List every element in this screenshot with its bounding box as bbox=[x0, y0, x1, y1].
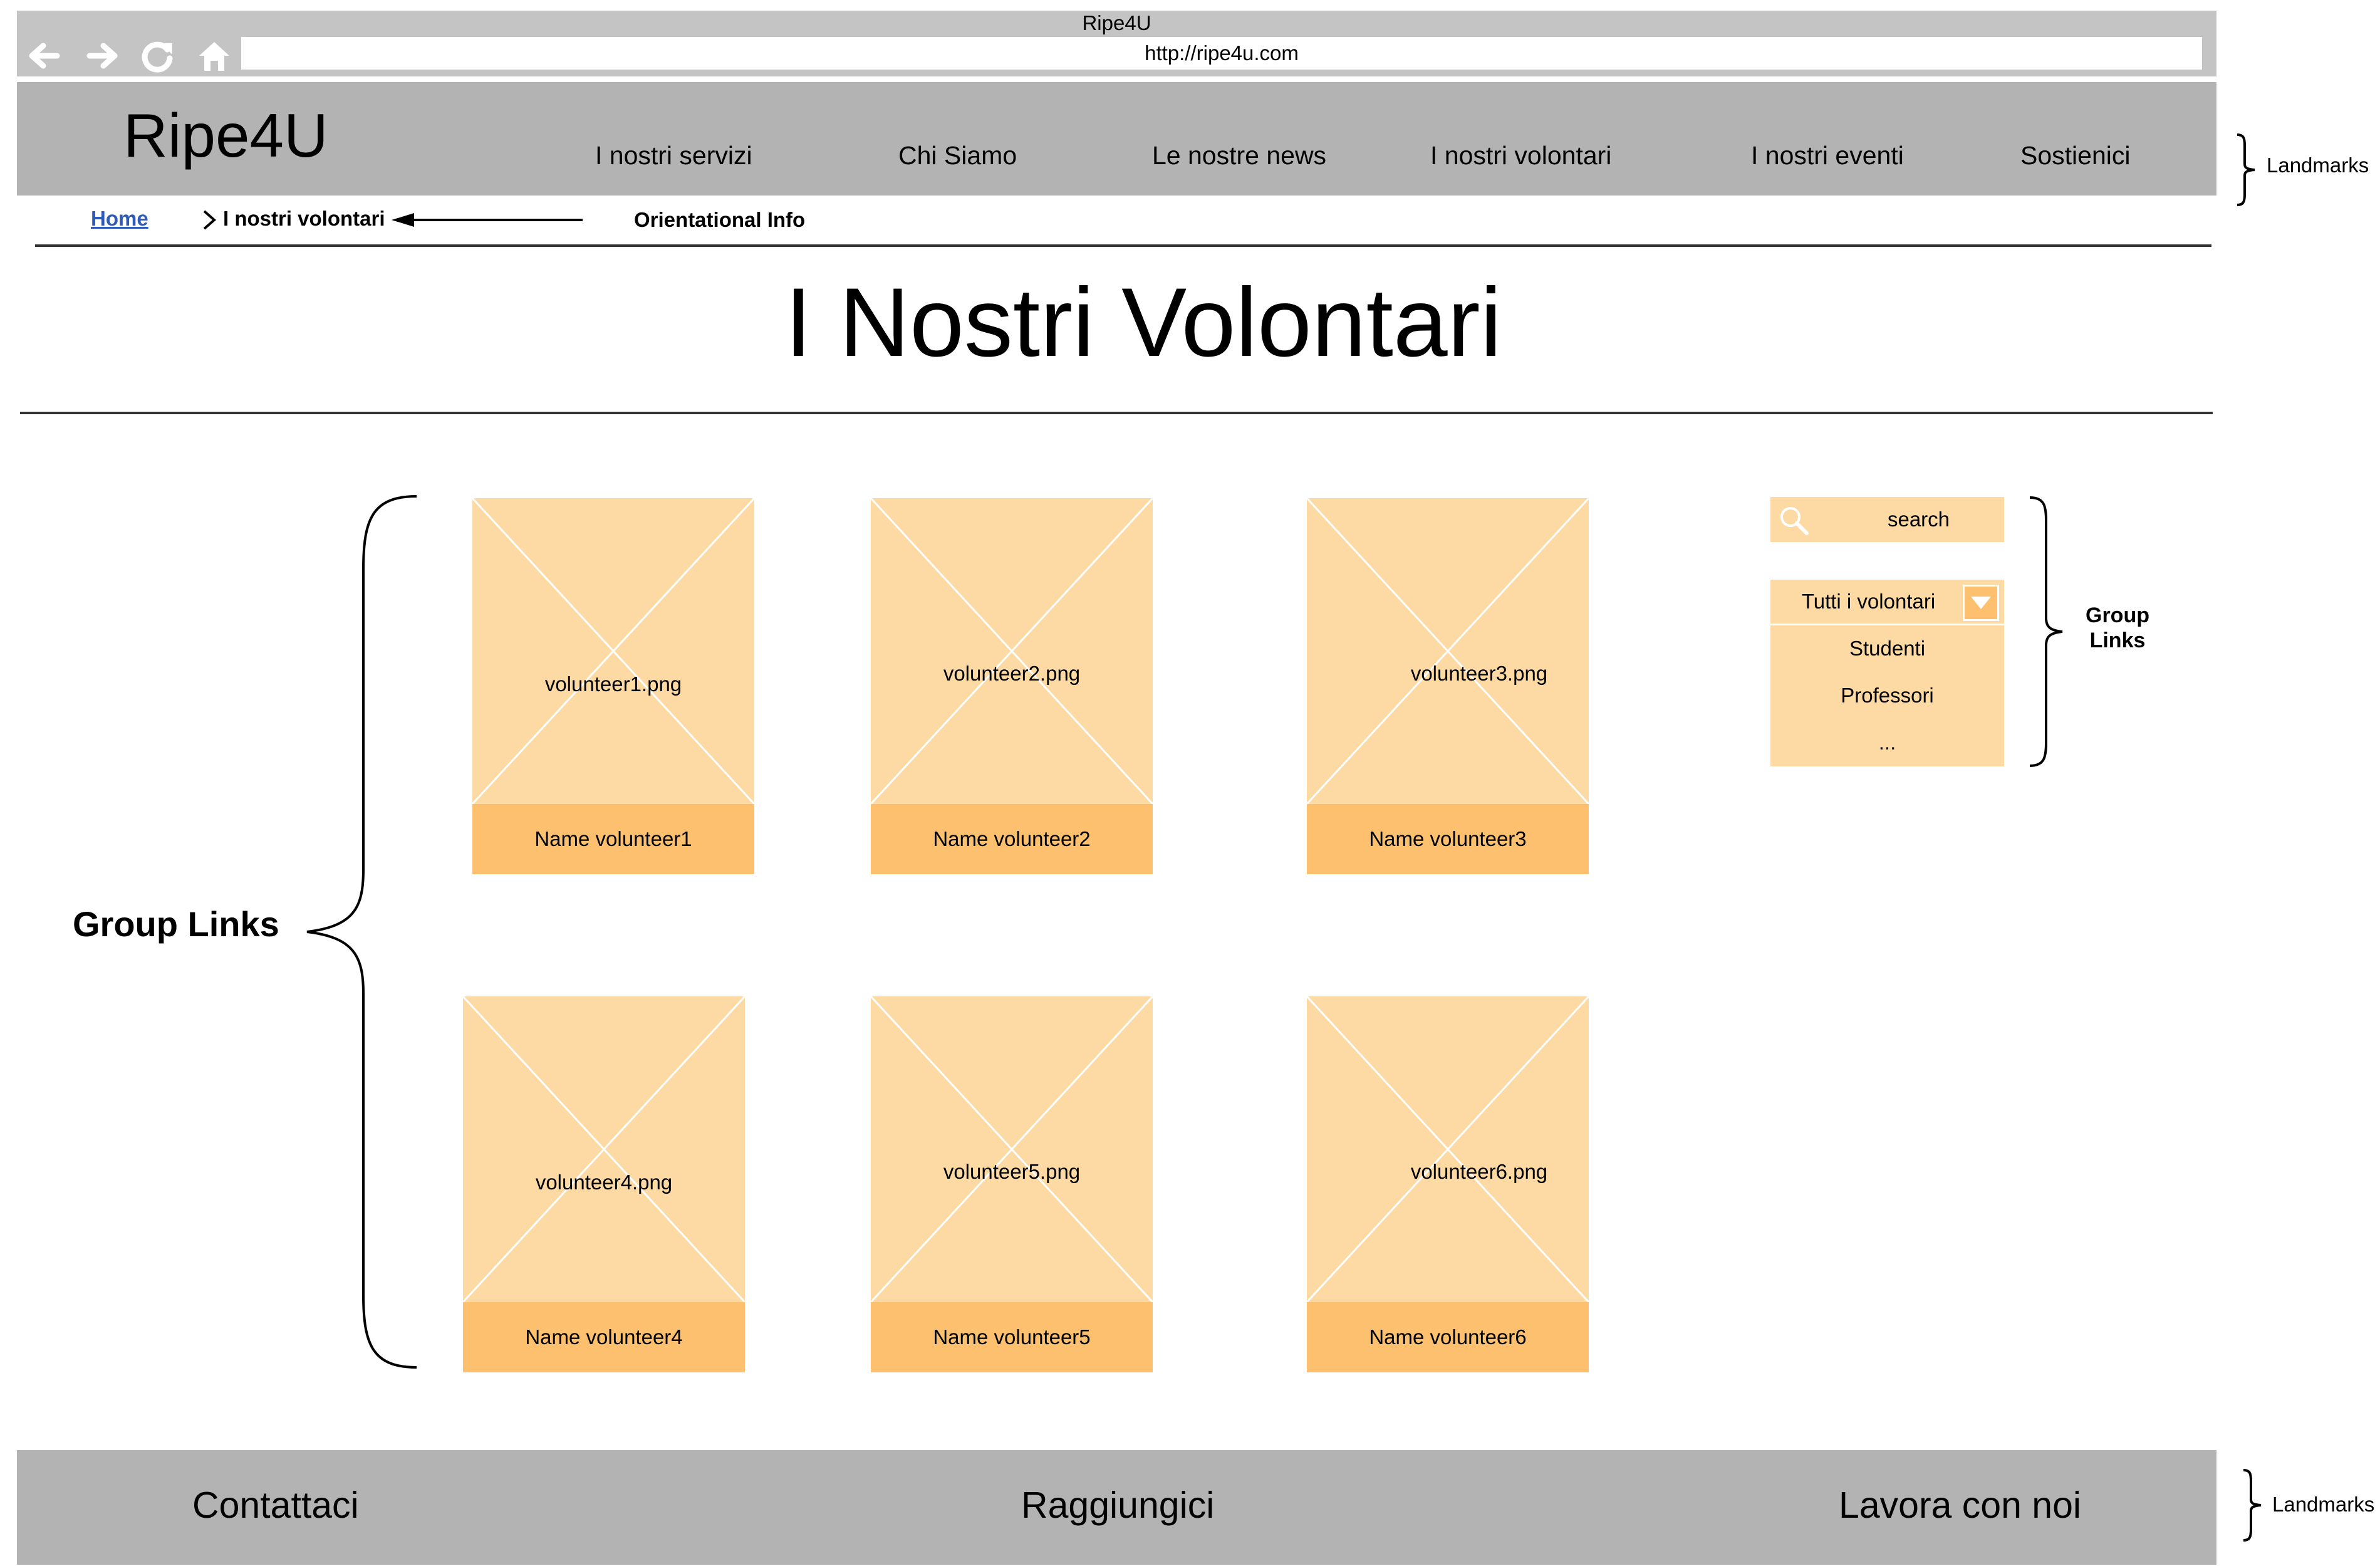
volunteer-photo-placeholder: volunteer2.png bbox=[871, 498, 1153, 804]
divider bbox=[35, 244, 2211, 247]
volunteer-name: Name volunteer5 bbox=[871, 1302, 1153, 1372]
curly-brace-icon bbox=[2243, 1469, 2262, 1542]
forward-arrow-icon[interactable] bbox=[85, 37, 122, 75]
volunteer-filter-list: Tutti i volontari Studenti Professori ..… bbox=[1770, 580, 2004, 766]
nav-item-servizi[interactable]: I nostri servizi bbox=[595, 140, 752, 171]
magnifier-icon bbox=[1777, 503, 1812, 541]
nav-item-chi-siamo[interactable]: Chi Siamo bbox=[898, 140, 1017, 171]
volunteer-name: Name volunteer1 bbox=[472, 804, 754, 874]
volunteer-photo-placeholder: volunteer1.png bbox=[472, 498, 754, 804]
volunteer-name: Name volunteer3 bbox=[1307, 804, 1589, 874]
annotation-group-links-side: Group Links bbox=[2086, 603, 2149, 652]
divider bbox=[20, 412, 2213, 414]
footer-link-lavora[interactable]: Lavora con noi bbox=[1839, 1483, 2081, 1527]
nav-item-sostienici[interactable]: Sostienici bbox=[2020, 140, 2130, 171]
nav-item-eventi[interactable]: I nostri eventi bbox=[1751, 140, 1904, 171]
chevron-right-icon bbox=[200, 209, 219, 234]
address-bar[interactable]: http://ripe4u.com bbox=[241, 37, 2202, 70]
browser-toolbar: Ripe4U http://ripe4u.com bbox=[17, 11, 2216, 76]
filter-option-more[interactable]: ... bbox=[1770, 730, 2004, 755]
filter-select[interactable]: Tutti i volontari bbox=[1770, 580, 2004, 625]
volunteer-photo-placeholder: volunteer4.png bbox=[463, 996, 745, 1302]
volunteer-image-filename: volunteer4.png bbox=[535, 1171, 673, 1194]
site-logo[interactable]: Ripe4U bbox=[123, 95, 328, 176]
nav-item-news[interactable]: Le nostre news bbox=[1152, 140, 1326, 171]
site-footer: Contattaci Raggiungici Lavora con noi bbox=[17, 1450, 2216, 1565]
volunteer-image-filename: volunteer1.png bbox=[544, 672, 682, 696]
volunteer-image-filename: volunteer2.png bbox=[943, 662, 1081, 685]
volunteer-card[interactable]: volunteer5.png Name volunteer5 bbox=[871, 996, 1153, 1372]
nav-item-volontari[interactable]: I nostri volontari bbox=[1430, 140, 1611, 171]
volunteer-card[interactable]: volunteer1.png Name volunteer1 bbox=[472, 498, 754, 874]
volunteer-photo-placeholder: volunteer3.png bbox=[1307, 498, 1589, 804]
curly-brace-icon bbox=[2237, 133, 2255, 206]
volunteer-photo-placeholder: volunteer6.png bbox=[1307, 996, 1589, 1302]
footer-link-raggiungici[interactable]: Raggiungici bbox=[1021, 1483, 1214, 1527]
reload-icon[interactable] bbox=[138, 37, 176, 75]
breadcrumb-current: I nostri volontari bbox=[223, 207, 385, 230]
filter-option-studenti[interactable]: Studenti bbox=[1770, 636, 2004, 661]
volunteer-card[interactable]: volunteer2.png Name volunteer2 bbox=[871, 498, 1153, 874]
search-label: search bbox=[1887, 508, 1950, 531]
volunteer-card[interactable]: volunteer3.png Name volunteer3 bbox=[1307, 498, 1589, 874]
annotation-orientational-info: Orientational Info bbox=[634, 208, 806, 231]
annotation-landmarks-footer: Landmarks bbox=[2272, 1493, 2375, 1516]
curly-brace-icon bbox=[306, 495, 417, 1369]
volunteer-image-filename: volunteer5.png bbox=[943, 1160, 1081, 1183]
annotation-arrow bbox=[392, 213, 583, 227]
volunteer-card[interactable]: volunteer6.png Name volunteer6 bbox=[1307, 996, 1589, 1372]
annotation-group-links: Group Links bbox=[73, 904, 279, 944]
volunteer-photo-placeholder: volunteer5.png bbox=[871, 996, 1153, 1302]
footer-link-contattaci[interactable]: Contattaci bbox=[192, 1483, 359, 1527]
annotation-landmarks-header: Landmarks bbox=[2267, 154, 2369, 177]
chevron-down-icon[interactable] bbox=[1963, 585, 1999, 621]
volunteer-image-filename: volunteer3.png bbox=[1410, 662, 1548, 685]
volunteer-card[interactable]: volunteer4.png Name volunteer4 bbox=[463, 996, 745, 1372]
home-icon[interactable] bbox=[195, 37, 233, 75]
volunteer-name: Name volunteer6 bbox=[1307, 1302, 1589, 1372]
page-title: I Nostri Volontari bbox=[784, 268, 1502, 377]
curly-brace-icon bbox=[2029, 496, 2063, 767]
back-arrow-icon[interactable] bbox=[24, 37, 62, 75]
breadcrumb-home-link[interactable]: Home bbox=[91, 206, 148, 231]
volunteer-image-filename: volunteer6.png bbox=[1410, 1160, 1548, 1183]
filter-option-professori[interactable]: Professori bbox=[1770, 683, 2004, 708]
window-title: Ripe4U bbox=[1082, 11, 1151, 34]
volunteer-name: Name volunteer4 bbox=[463, 1302, 745, 1372]
volunteer-name: Name volunteer2 bbox=[871, 804, 1153, 874]
search-input[interactable]: search bbox=[1770, 497, 2004, 542]
filter-selected-value: Tutti i volontari bbox=[1801, 590, 1936, 613]
site-header: Ripe4U I nostri servizi Chi Siamo Le nos… bbox=[17, 82, 2216, 196]
